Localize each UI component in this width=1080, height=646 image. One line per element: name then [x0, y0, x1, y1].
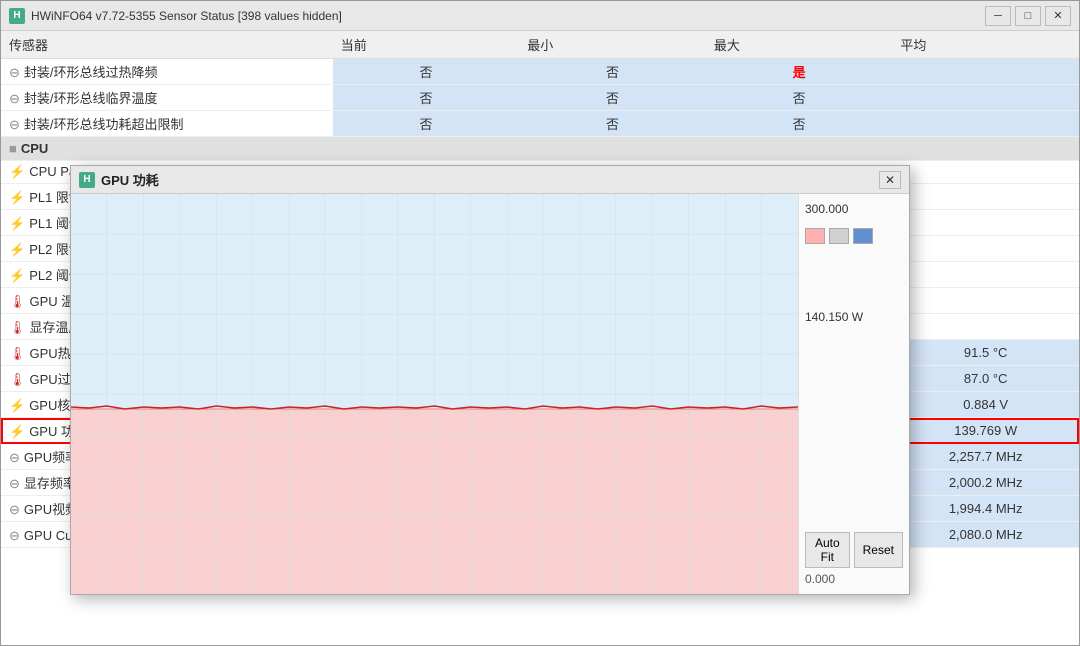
swatch-gray[interactable]: [829, 228, 849, 244]
header-sensor: 传感器: [1, 31, 333, 59]
popup-close-button[interactable]: ✕: [879, 171, 901, 189]
bolt-icon: ⚡: [9, 424, 25, 439]
minus-icon: ⊖: [9, 117, 20, 132]
sensor-avg: [892, 111, 1079, 137]
sensor-max: 是: [706, 59, 893, 85]
table-row: ⊖封装/环形总线临界温度 否 否 否: [1, 85, 1079, 111]
sensor-max: 否: [706, 111, 893, 137]
title-bar: H HWiNFO64 v7.72-5355 Sensor Status [398…: [1, 1, 1079, 31]
chart-y-min: 0.000: [805, 572, 903, 586]
sensor-avg: 91.5 °C: [892, 340, 1079, 366]
sensor-avg: 0.884 V: [892, 392, 1079, 418]
sensor-avg: 139.769 W: [892, 418, 1079, 444]
table-row: ⊖封装/环形总线功耗超出限制 否 否 否: [1, 111, 1079, 137]
header-avg: 平均: [892, 31, 1079, 59]
maximize-button[interactable]: □: [1015, 6, 1041, 26]
swatch-blue[interactable]: [853, 228, 873, 244]
chart-buttons: Auto Fit Reset 0.000: [805, 532, 903, 586]
sensor-avg: 1,994.4 MHz: [892, 496, 1079, 522]
swatch-pink[interactable]: [805, 228, 825, 244]
minus-icon: ⊖: [9, 502, 20, 517]
sensor-avg: [892, 184, 1079, 210]
sensor-avg: 2,000.2 MHz: [892, 470, 1079, 496]
bolt-icon: ⚡: [9, 216, 25, 231]
popup-title: GPU 功耗: [101, 170, 159, 189]
sensor-avg: [892, 288, 1079, 314]
bolt-icon: ⚡: [9, 268, 25, 283]
sensor-avg: [892, 262, 1079, 288]
minus-icon: ⊖: [9, 91, 20, 106]
sensor-avg: [892, 314, 1079, 340]
sensor-max: 否: [706, 85, 893, 111]
sensor-avg: [892, 59, 1079, 85]
table-row: ■CPU: [1, 137, 1079, 161]
bolt-icon: ⚡: [9, 190, 25, 205]
sensor-avg: 2,257.7 MHz: [892, 444, 1079, 470]
sensor-min: 否: [519, 85, 706, 111]
thermo-icon: 🌡: [9, 372, 26, 387]
app-icon: H: [9, 8, 25, 24]
table-row: ⊖封装/环形总线过热降频 否 否 是: [1, 59, 1079, 85]
close-button[interactable]: ✕: [1045, 6, 1071, 26]
sensor-avg: [892, 236, 1079, 262]
sensor-name: ⊖封装/环形总线功耗超出限制: [1, 111, 333, 137]
sensor-avg: [892, 210, 1079, 236]
sensor-current: 否: [333, 59, 520, 85]
sensor-avg: [892, 85, 1079, 111]
thermo-icon: 🌡: [9, 294, 26, 309]
minus-icon: ⊖: [9, 65, 20, 80]
sensor-avg: [892, 161, 1079, 184]
chart-y-max: 300.000: [805, 202, 903, 216]
sensor-current: 否: [333, 85, 520, 111]
sensor-name: ⊖封装/环形总线过热降频: [1, 59, 333, 85]
color-swatches: [805, 228, 903, 244]
header-current: 当前: [333, 31, 520, 59]
popup-title-bar: H GPU 功耗 ✕: [71, 166, 909, 194]
sensor-min: 否: [519, 59, 706, 85]
window-title: HWiNFO64 v7.72-5355 Sensor Status [398 v…: [31, 9, 342, 23]
popup-icon: H: [79, 172, 95, 188]
chart-area: [71, 194, 799, 594]
reset-button[interactable]: Reset: [854, 532, 903, 568]
minus-icon: ⊖: [9, 476, 20, 491]
section-header: ■CPU: [1, 137, 1079, 161]
thermo-icon: 🌡: [9, 346, 26, 361]
gpu-power-popup: H GPU 功耗 ✕: [70, 165, 910, 595]
popup-body: 300.000 140.150 W Auto Fit Reset 0.000: [71, 194, 909, 594]
chart-svg: [71, 194, 798, 594]
header-min: 最小: [519, 31, 706, 59]
bolt-icon: ⚡: [9, 398, 25, 413]
sensor-min: 否: [519, 111, 706, 137]
sensor-avg: 87.0 °C: [892, 366, 1079, 392]
sensor-avg: 2,080.0 MHz: [892, 522, 1079, 548]
chart-y-value: 140.150 W: [805, 310, 903, 324]
auto-fit-button[interactable]: Auto Fit: [805, 532, 850, 568]
thermo-icon: 🌡: [9, 320, 26, 335]
minimize-button[interactable]: ─: [985, 6, 1011, 26]
minus-icon: ⊖: [9, 528, 20, 543]
bolt-icon: ⚡: [9, 242, 25, 257]
bolt-icon: ⚡: [9, 164, 25, 179]
minus-icon: ⊖: [9, 450, 20, 465]
sensor-current: 否: [333, 111, 520, 137]
header-max: 最大: [706, 31, 893, 59]
chart-right-panel: 300.000 140.150 W Auto Fit Reset 0.000: [799, 194, 909, 594]
sensor-name: ⊖封装/环形总线临界温度: [1, 85, 333, 111]
